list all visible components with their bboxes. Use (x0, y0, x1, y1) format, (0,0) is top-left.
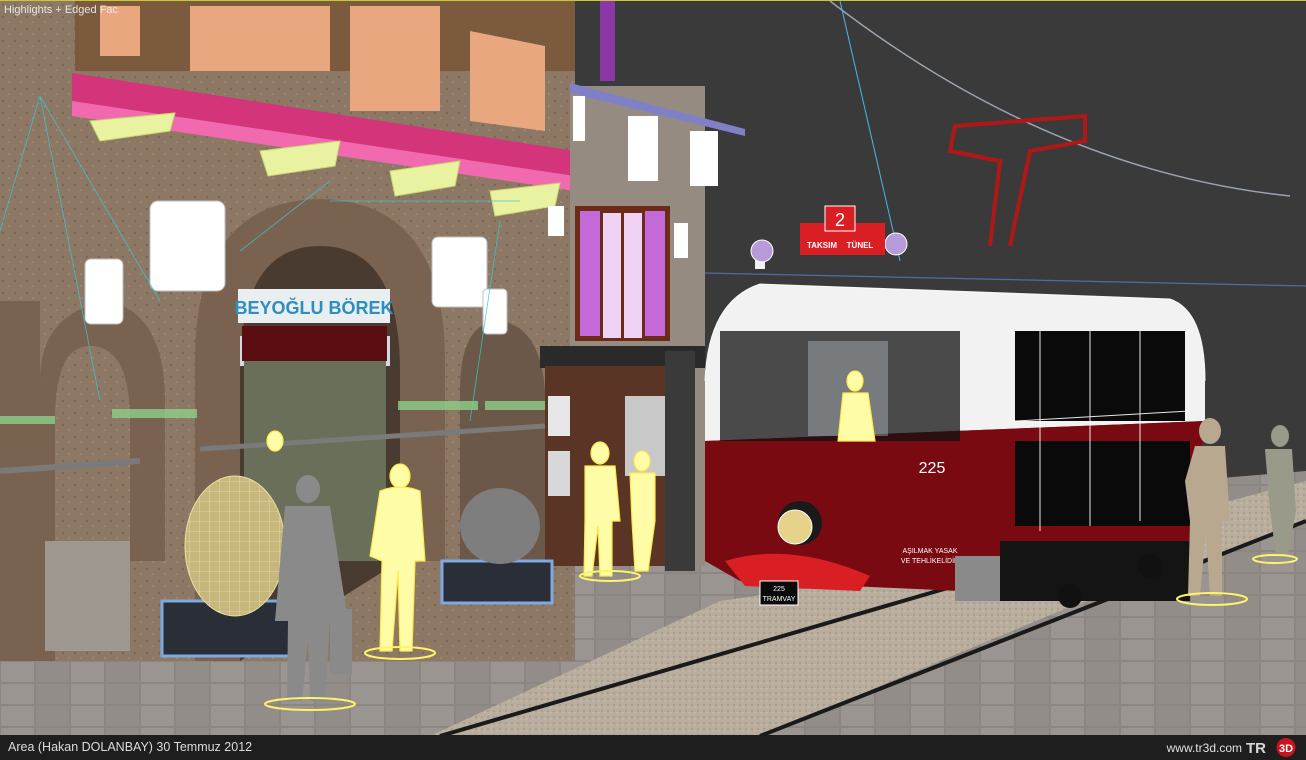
scene-render: BEYOĞLU BÖREK 2 TAKSIM TÜNEL 225 225 TRA… (0, 1, 1306, 735)
svg-text:TR: TR (1246, 740, 1266, 757)
svg-text:TÜNEL: TÜNEL (847, 241, 874, 250)
viewport-3d[interactable]: Highlights + Edged Fac BEYOĞLU BÖREK 2 T… (0, 0, 1306, 735)
viewport-label[interactable]: Highlights + Edged Fac (4, 4, 118, 16)
overhead-wire (829, 1, 1291, 197)
svg-text:AŞILMAK YASAK: AŞILMAK YASAK (903, 548, 958, 555)
tram: 2 TAKSIM TÜNEL 225 225 TRAMVAY AŞILMAK Y… (704, 113, 1206, 608)
svg-text:2: 2 (835, 210, 845, 230)
website-url: www.tr3d.com (1166, 741, 1242, 755)
tr3d-logo-icon: TR 3D (1244, 737, 1300, 758)
svg-text:225: 225 (919, 460, 946, 477)
svg-text:TAKSIM: TAKSIM (807, 241, 837, 250)
scene-caption: Area (Hakan DOLANBAY) 30 Temmuz 2012 (8, 740, 253, 754)
status-bar: Area (Hakan DOLANBAY) 30 Temmuz 2012 www… (0, 735, 1306, 760)
svg-text:TRAMVAY: TRAMVAY (763, 596, 796, 603)
svg-text:BEYOĞLU BÖREK: BEYOĞLU BÖREK (234, 297, 393, 318)
svg-text:225: 225 (773, 586, 785, 593)
svg-text:3D: 3D (1279, 743, 1293, 755)
svg-text:VE TEHLİKELİDİR: VE TEHLİKELİDİR (901, 556, 959, 565)
